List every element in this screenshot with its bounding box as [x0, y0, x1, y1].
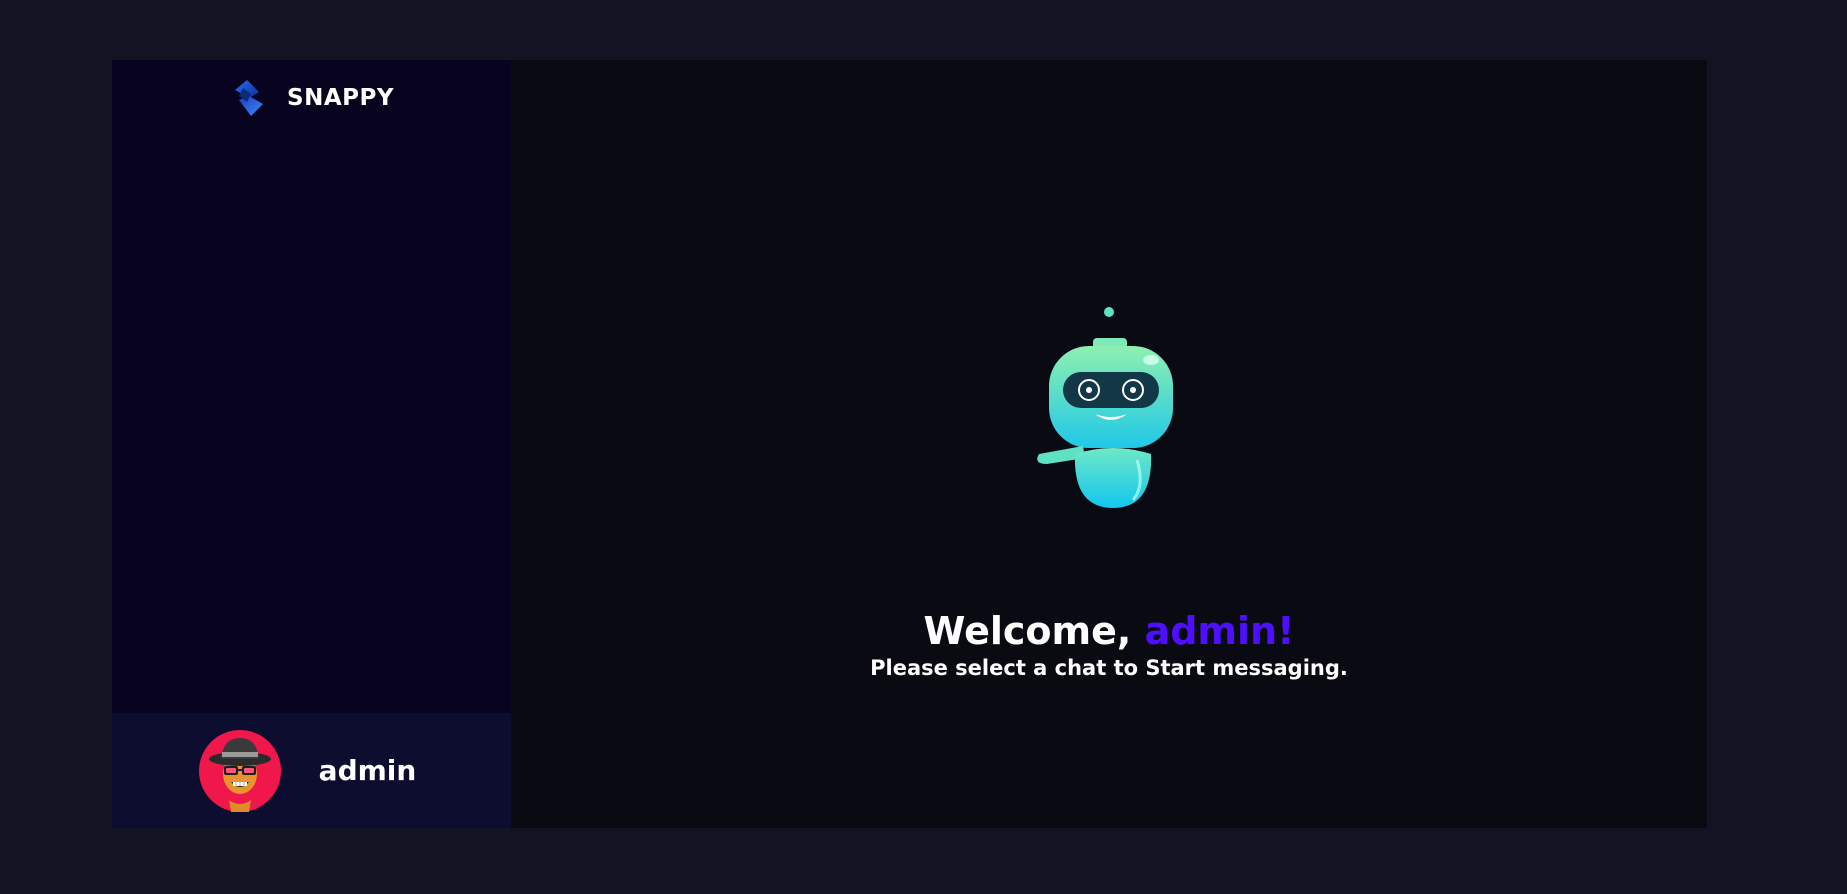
welcome-username: admin!	[1144, 609, 1295, 653]
contacts-sidebar: snappy	[112, 60, 511, 828]
welcome-title: Welcome, admin!	[511, 608, 1707, 654]
current-user-panel: admin	[112, 713, 511, 828]
robot-icon	[1037, 307, 1173, 508]
brand-name: snappy	[287, 85, 394, 111]
welcome-subtitle: Please select a chat to Start messaging.	[870, 656, 1348, 680]
current-user-name: admin	[318, 754, 417, 787]
welcome-greeting: Welcome,	[923, 609, 1132, 653]
user-avatar-icon	[198, 729, 281, 812]
chat-container: Welcome, admin! Please select a chat to …	[511, 60, 1707, 828]
snappy-logo-icon	[235, 80, 263, 116]
contacts-list	[112, 134, 511, 713]
app-container: snappy	[112, 60, 1707, 828]
brand: snappy	[112, 62, 511, 134]
welcome-block: Welcome, admin! Please select a chat to …	[511, 608, 1707, 682]
